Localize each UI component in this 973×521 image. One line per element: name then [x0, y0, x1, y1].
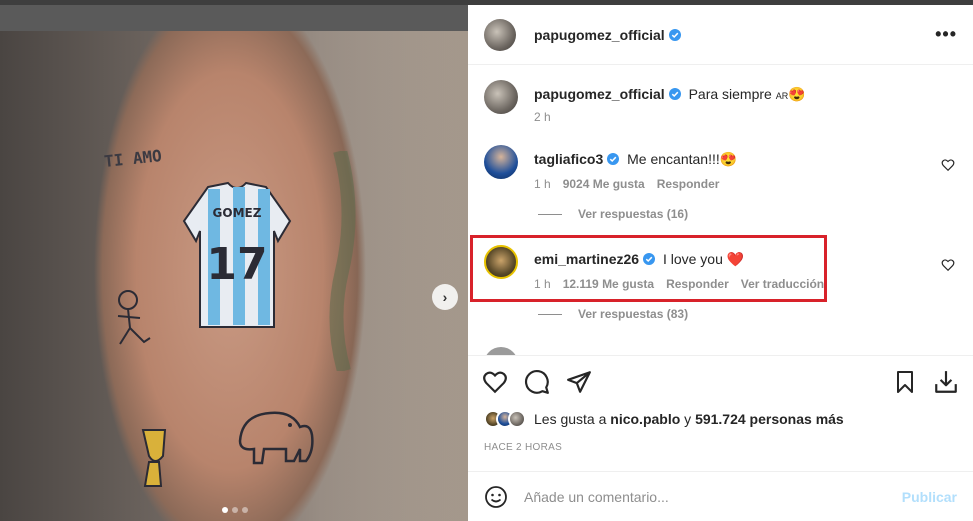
liker-avatar [508, 410, 526, 428]
verified-badge-icon [607, 153, 620, 165]
comment-avatar-partial [484, 347, 518, 355]
author-avatar[interactable] [484, 18, 516, 51]
likes-connector: y [684, 411, 692, 427]
flag-emoji: AR [775, 91, 789, 101]
caption-text: Para siempre [688, 86, 772, 102]
next-photo-button[interactable]: › [432, 284, 458, 310]
author-username[interactable]: papugomez_official [534, 27, 665, 43]
add-comment-bar: Añade un comentario... Publicar [468, 471, 973, 521]
view-replies-link[interactable]: Ver respuestas (83) [538, 307, 688, 321]
post-header: papugomez_official ••• [468, 5, 973, 65]
post-side-panel: papugomez_official ••• papugomez_officia… [468, 5, 973, 521]
download-icon[interactable] [933, 369, 959, 395]
post-time-ago[interactable]: HACE 2 HORAS [484, 442, 562, 453]
comment-time[interactable]: 1 h [534, 177, 551, 191]
comment-avatar[interactable] [484, 245, 518, 279]
jersey-tattoo: GOMEZ 17 [182, 181, 292, 328]
carousel-dot [232, 507, 238, 513]
reply-button[interactable]: Responder [666, 277, 729, 291]
post-comment-button[interactable]: Publicar [902, 489, 957, 505]
trophy-tattoo [141, 429, 167, 487]
view-replies-label[interactable]: Ver respuestas (16) [578, 207, 688, 221]
comments-list[interactable]: papugomez_official Para siempre AR😍 2 h … [468, 66, 973, 355]
like-heart-icon[interactable] [482, 369, 508, 395]
view-replies-link[interactable]: Ver respuestas (16) [538, 207, 688, 221]
comment-avatar[interactable] [484, 145, 518, 179]
jersey-number: 17 [206, 239, 267, 290]
comment-input[interactable]: Añade un comentario... [524, 489, 902, 505]
share-paper-plane-icon[interactable] [566, 369, 592, 395]
view-replies-label[interactable]: Ver respuestas (83) [578, 307, 688, 321]
post-actions [468, 355, 973, 408]
carousel-dots [222, 507, 248, 513]
comment-row: emi_martinez26 I love you ❤️ 1 h 12.119 … [484, 245, 824, 291]
likes-user[interactable]: nico.pablo [610, 411, 680, 427]
comment-time[interactable]: 1 h [534, 277, 551, 291]
likes-count[interactable]: 591.724 personas más [695, 411, 844, 427]
comment-likes[interactable]: 9024 Me gusta [563, 177, 645, 191]
comment-text: Me encantan!!! [627, 151, 720, 167]
translate-button[interactable]: Ver traducción [741, 277, 824, 291]
elephant-tattoo [238, 411, 314, 465]
post-photo[interactable]: TI AMO GOMEZ 17 › [0, 31, 468, 521]
comment-username[interactable]: tagliafico3 [534, 151, 603, 167]
stick-figure-tattoo [117, 290, 151, 345]
verified-badge-icon [668, 28, 681, 41]
comment-username[interactable]: emi_martinez26 [534, 251, 639, 267]
comment-bubble-icon[interactable] [524, 369, 550, 395]
likes-prefix: Les gusta a [534, 411, 607, 427]
reply-button[interactable]: Responder [657, 177, 720, 191]
comment-likes[interactable]: 12.119 Me gusta [563, 277, 654, 291]
like-comment-heart-icon[interactable] [941, 258, 955, 272]
comment-text: I love you [662, 251, 723, 267]
caption-username[interactable]: papugomez_official [534, 86, 665, 102]
verified-badge-icon [643, 253, 656, 265]
like-comment-heart-icon[interactable] [941, 158, 955, 172]
liker-avatars[interactable] [484, 410, 526, 428]
caption-row: papugomez_official Para siempre AR😍 2 h [484, 80, 806, 124]
side-tattoo [329, 151, 356, 371]
more-options-icon[interactable]: ••• [935, 24, 957, 45]
heart-eyes-emoji: 😍 [788, 86, 806, 102]
caption-time[interactable]: 2 h [534, 110, 551, 124]
heart-eyes-emoji: 😍 [719, 151, 738, 167]
save-bookmark-icon[interactable] [893, 369, 917, 395]
likes-summary: Les gusta a nico.pablo y 591.724 persona… [484, 410, 844, 428]
emoji-smiley-icon[interactable] [484, 485, 508, 509]
jersey-name: GOMEZ [213, 206, 262, 220]
verified-badge-icon [668, 88, 681, 100]
carousel-dot [242, 507, 248, 513]
comment-row: tagliafico3 Me encantan!!!😍 1 h 9024 Me … [484, 145, 737, 191]
carousel-dot-active [222, 507, 228, 513]
red-heart-emoji: ❤️ [726, 251, 745, 267]
caption-avatar[interactable] [484, 80, 518, 114]
